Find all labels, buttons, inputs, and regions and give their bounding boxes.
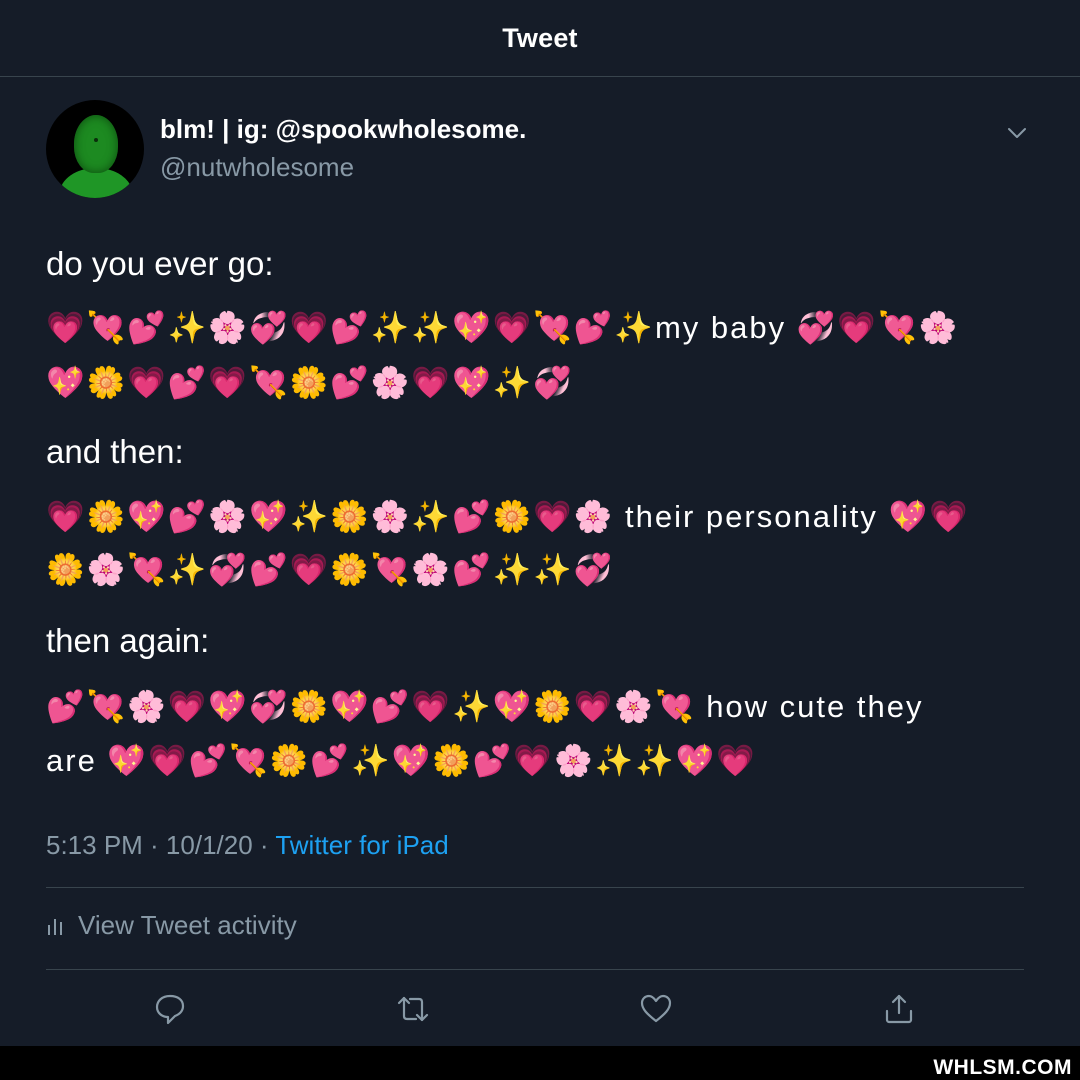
tweet-meta: 5:13 PM · 10/1/20 · Twitter for iPad [46,830,449,861]
divider [46,887,1024,888]
tweet-emoji-line: are 💖💗💕💘🌼💕✨💖🌼💕💗🌸✨✨💖💗 [46,743,757,778]
bar-chart-icon [48,918,62,935]
author-handle[interactable]: @nutwholesome [160,152,354,183]
tweet-emoji-line: 💗🌼💖💕🌸💖✨🌼🌸✨💕🌼💗🌸 their personality 💖💗 [46,499,970,534]
chevron-down-icon[interactable] [1006,124,1028,142]
bottom-bar [0,1046,1080,1080]
heart-icon[interactable] [639,992,673,1026]
avatar[interactable] [46,100,144,198]
tweet-emoji-line: 💖🌼💗💕💗💘🌼💕🌸💗💖✨💞 [46,365,574,400]
top-bar: Tweet [0,0,1080,77]
page-title: Tweet [502,22,578,53]
reply-icon[interactable] [153,992,187,1026]
divider [46,969,1024,970]
author-display-name[interactable]: blm! | ig: @spookwholesome. [160,114,526,145]
retweet-icon[interactable] [396,992,430,1026]
share-icon[interactable] [882,992,916,1026]
tweet-source-link[interactable]: Twitter for iPad [275,830,448,860]
tweet-text-line: and then: [46,433,184,470]
view-tweet-activity-label: View Tweet activity [78,910,297,940]
tweet-text-line: do you ever go: [46,245,274,282]
tweet-text-line: then again: [46,622,210,659]
tweet-emoji-line: 💕💘🌸💗💖💞🌼💖💕💗✨💖🌼💗🌸💘 how cute they [46,689,924,724]
watermark: WHLSM.COM [933,1056,1072,1079]
tweet-timestamp: 5:13 PM · 10/1/20 · [46,830,276,860]
tweet-emoji-line: 💗💘💕✨🌸💞💗💕✨✨💖💗💘💕✨my baby 💞💗💘🌸 [46,310,960,345]
tweet-emoji-line: 🌼🌸💘✨💞💕💗🌼💘🌸💕✨✨💞 [46,552,615,587]
view-tweet-activity-button[interactable]: View Tweet activity [46,910,297,941]
